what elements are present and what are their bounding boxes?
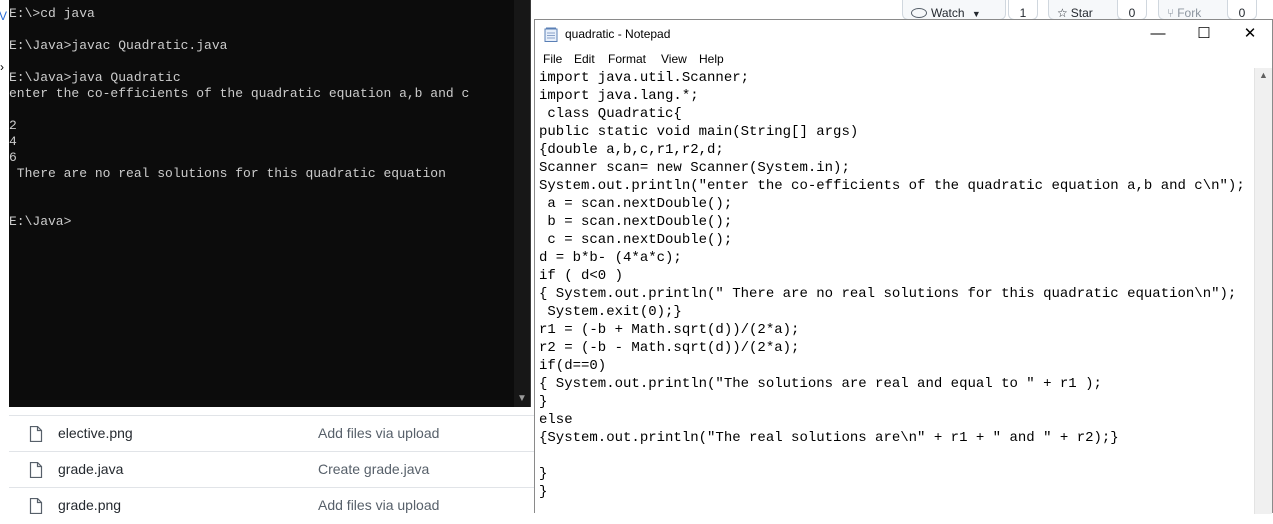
vertical-scrollbar[interactable]: ▲	[1254, 68, 1272, 514]
star-count[interactable]: 0	[1117, 0, 1147, 20]
console-output[interactable]: E:\>cd java E:\Java>javac Quadratic.java…	[9, 6, 469, 230]
star-label: Star	[1070, 6, 1093, 20]
background-window-text: V	[0, 9, 8, 23]
fork-count[interactable]: 0	[1227, 0, 1257, 20]
eye-icon	[911, 8, 927, 18]
document-text[interactable]: import java.util.Scanner; import java.la…	[539, 69, 1245, 501]
chevron-down-icon: ▼	[971, 9, 981, 19]
menu-format[interactable]: Format	[608, 52, 646, 66]
file-row[interactable]: grade.java Create grade.java	[9, 451, 536, 488]
menu-view[interactable]: View	[661, 52, 687, 66]
console-scrollbar[interactable]: ▼	[514, 0, 530, 407]
file-name[interactable]: grade.java	[58, 461, 123, 477]
title-bar[interactable]: quadratic - Notepad — ☐ ✕	[535, 20, 1272, 48]
watch-count[interactable]: 1	[1008, 0, 1038, 20]
chevron-right-icon: ›	[0, 60, 4, 74]
maximize-button[interactable]: ☐	[1181, 20, 1227, 48]
file-name[interactable]: grade.png	[58, 497, 121, 513]
menu-file[interactable]: File	[543, 52, 562, 66]
commit-message[interactable]: Add files via upload	[318, 425, 439, 441]
file-icon	[29, 426, 43, 442]
commit-message[interactable]: Create grade.java	[318, 461, 429, 477]
scroll-up-icon[interactable]: ▲	[1259, 70, 1268, 80]
close-button[interactable]: ✕	[1227, 20, 1273, 48]
file-icon	[29, 462, 43, 478]
star-button[interactable]: ☆ Star	[1048, 0, 1122, 20]
watch-button[interactable]: Watch ▼	[902, 0, 1006, 20]
menu-help[interactable]: Help	[699, 52, 724, 66]
text-editor-area[interactable]: import java.util.Scanner; import java.la…	[535, 68, 1253, 514]
star-icon: ☆	[1057, 6, 1068, 20]
repo-file-list: elective.png Add files via upload grade.…	[9, 407, 536, 514]
file-name[interactable]: elective.png	[58, 425, 133, 441]
watch-label: Watch	[931, 6, 965, 20]
notepad-window[interactable]: quadratic - Notepad — ☐ ✕ File Edit Form…	[534, 19, 1273, 514]
minimize-button[interactable]: —	[1135, 20, 1181, 48]
scroll-down-icon[interactable]: ▼	[517, 393, 527, 404]
fork-button[interactable]: ⑂ Fork	[1158, 0, 1234, 20]
file-icon	[29, 498, 43, 514]
fork-label: Fork	[1177, 6, 1202, 20]
commit-message[interactable]: Add files via upload	[318, 497, 439, 513]
fork-icon: ⑂	[1167, 6, 1175, 20]
window-title: quadratic - Notepad	[565, 27, 671, 41]
file-row[interactable]: elective.png Add files via upload	[9, 415, 536, 452]
file-row[interactable]: grade.png Add files via upload	[9, 487, 536, 524]
notepad-icon	[544, 27, 558, 42]
command-prompt-window[interactable]: V › E:\>cd java E:\Java>javac Quadratic.…	[0, 0, 531, 407]
menu-edit[interactable]: Edit	[574, 52, 595, 66]
menu-bar: File Edit Format View Help	[535, 48, 1272, 68]
